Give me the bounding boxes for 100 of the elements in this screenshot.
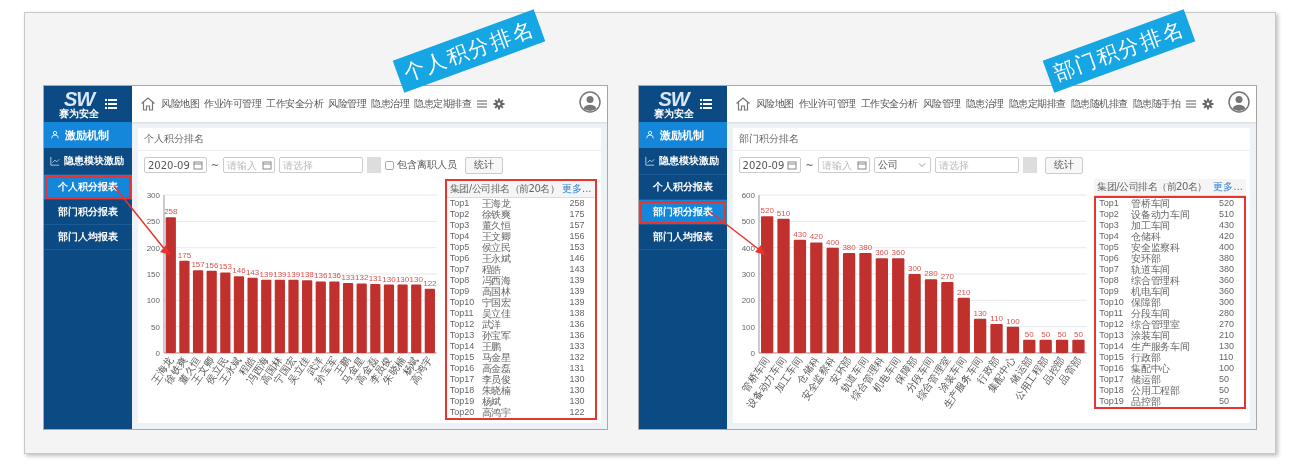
date-field[interactable]: 2020-09 — [144, 157, 207, 173]
bar-value-label: 122 — [423, 278, 437, 288]
nav-link[interactable]: 工作安全分析 — [266, 97, 323, 111]
score-cell-text: 258 — [569, 198, 586, 209]
rank-label: Top16 — [449, 363, 476, 374]
nav-link[interactable]: 隐患随手拍 — [1132, 97, 1180, 111]
page-title: 个人积分排名 — [144, 132, 204, 146]
nav-link[interactable]: 风险地图 — [755, 97, 794, 111]
bar — [315, 281, 326, 353]
bar — [940, 281, 954, 353]
bar — [342, 282, 354, 353]
add-button[interactable] — [1022, 157, 1037, 173]
rank-label: Top16 — [1099, 363, 1125, 374]
sidebar-group[interactable]: 隐患模块激励 — [638, 148, 727, 175]
bar — [1006, 326, 1019, 353]
bar-value-label: 139 — [259, 269, 273, 279]
nav-link[interactable]: 隐患定期排查 — [1008, 97, 1066, 111]
bar — [1071, 339, 1085, 353]
date-field[interactable]: 2020-09 — [738, 157, 802, 173]
avatar-icon — [578, 91, 601, 113]
rank-label: Top5 — [449, 242, 471, 253]
name-cell-text: 王永斌 — [481, 253, 512, 264]
name-cell-text: 分段车间 — [1131, 308, 1171, 319]
avatar-icon — [1228, 91, 1250, 113]
score-cell-text: 130 — [1219, 341, 1236, 352]
nav-link[interactable]: 隐患定期排查 — [414, 97, 471, 111]
more-link[interactable]: 更多... — [561, 182, 592, 196]
stats-button[interactable]: 统计 — [465, 156, 504, 174]
score-cell-text: 130 — [569, 396, 586, 407]
chart-icon — [644, 156, 655, 166]
checkbox[interactable] — [385, 160, 395, 170]
score-cell-text: 100 — [1219, 363, 1236, 374]
bar-value-label: 210 — [956, 287, 970, 297]
score-cell-text: 380 — [1219, 264, 1236, 275]
name-cell-text: 管桥车间 — [1131, 198, 1170, 209]
nav-link[interactable]: 隐患治理 — [965, 97, 1004, 111]
sidebar-section[interactable]: 激励机制 — [638, 122, 727, 148]
rank-label: Top14 — [1099, 341, 1125, 352]
name-cell-text: 安全监察科 — [1131, 242, 1181, 253]
date-field[interactable]: 请输入 — [223, 157, 276, 173]
caret-icon — [916, 160, 927, 170]
nav-link[interactable]: 风险管理 — [328, 97, 366, 111]
nav-link[interactable]: 风险管理 — [922, 97, 961, 111]
bar-value-label: 110 — [989, 314, 1003, 323]
rank-label: Top13 — [449, 330, 476, 341]
scope-select[interactable]: 公司 — [873, 157, 931, 173]
name-cell-text: 设备动力车间 — [1131, 209, 1191, 220]
nav-link[interactable]: 隐患随机排查 — [1070, 97, 1128, 111]
nav-link[interactable]: 隐患治理 — [371, 97, 409, 111]
bar-value-label: 175 — [177, 250, 192, 260]
list-title: 集团/公司排名（前20名） — [1097, 180, 1207, 194]
bar-value-label: 146 — [232, 266, 246, 276]
date-field[interactable]: 请输入 — [817, 157, 870, 173]
axis-tick-label: 50 — [151, 322, 160, 332]
stats-button[interactable]: 统计 — [1044, 156, 1083, 174]
name-cell-text: 冯西海 — [481, 275, 512, 286]
rank-label: Top2 — [449, 209, 471, 220]
nav-link[interactable]: 风险地图 — [161, 97, 199, 111]
rank-label: Top19 — [449, 396, 476, 407]
name-cell-text: 侯立民 — [481, 242, 512, 253]
nav-link[interactable]: 作业许可管理 — [204, 97, 261, 111]
axis-tick-label: 0 — [155, 348, 160, 358]
name-cell-text: 程皓 — [481, 264, 503, 275]
bar — [424, 288, 435, 353]
list-icon — [105, 98, 117, 110]
bar-value-label: 360 — [874, 248, 889, 258]
bar-value-label: 420 — [809, 232, 823, 242]
bar-value-label: 156 — [205, 260, 219, 270]
calendar-icon — [262, 160, 273, 170]
select-field[interactable]: 请选择 — [934, 157, 1019, 173]
bar — [329, 281, 340, 353]
name-cell-text: 生产服务车间 — [1131, 341, 1191, 352]
axis-tick-label: 400 — [741, 243, 755, 253]
sidebar-section[interactable]: 激励机制 — [44, 122, 132, 148]
nav-link[interactable]: 工作安全分析 — [860, 97, 918, 111]
nav-link[interactable]: 作业许可管理 — [798, 97, 856, 111]
bar — [973, 318, 986, 353]
bar-value-label: 157 — [191, 260, 205, 270]
checkbox-label: 包含离职人员 — [397, 158, 458, 172]
select-field[interactable]: 请选择 — [279, 157, 364, 173]
name-cell-text: 高国林 — [481, 286, 512, 297]
bar — [989, 324, 1003, 353]
score-cell-text: 133 — [569, 341, 586, 352]
name-cell-text: 杨斌 — [481, 396, 502, 407]
rank-label: Top1 — [1099, 198, 1120, 209]
more-link[interactable]: 更多... — [1213, 180, 1243, 194]
rank-label: Top4 — [1099, 231, 1120, 242]
sidebar-item[interactable]: 部门积分报表 — [638, 200, 727, 225]
rank-label: Top7 — [449, 264, 471, 275]
name-cell-text: 机电车间 — [1131, 286, 1170, 297]
bar-value-label: 139 — [286, 269, 301, 279]
add-button[interactable] — [367, 157, 382, 173]
name-cell-text: 综合管理科 — [1131, 275, 1181, 286]
bar-value-label: 380 — [841, 243, 856, 252]
score-cell-text: 520 — [1219, 198, 1236, 209]
rank-label: Top12 — [1099, 319, 1125, 330]
rank-label: Top20 — [449, 407, 476, 418]
sidebar-item[interactable]: 部门人均报表 — [638, 225, 727, 250]
score-cell-text: 156 — [569, 231, 586, 242]
axis-tick-label: 150 — [146, 270, 160, 279]
